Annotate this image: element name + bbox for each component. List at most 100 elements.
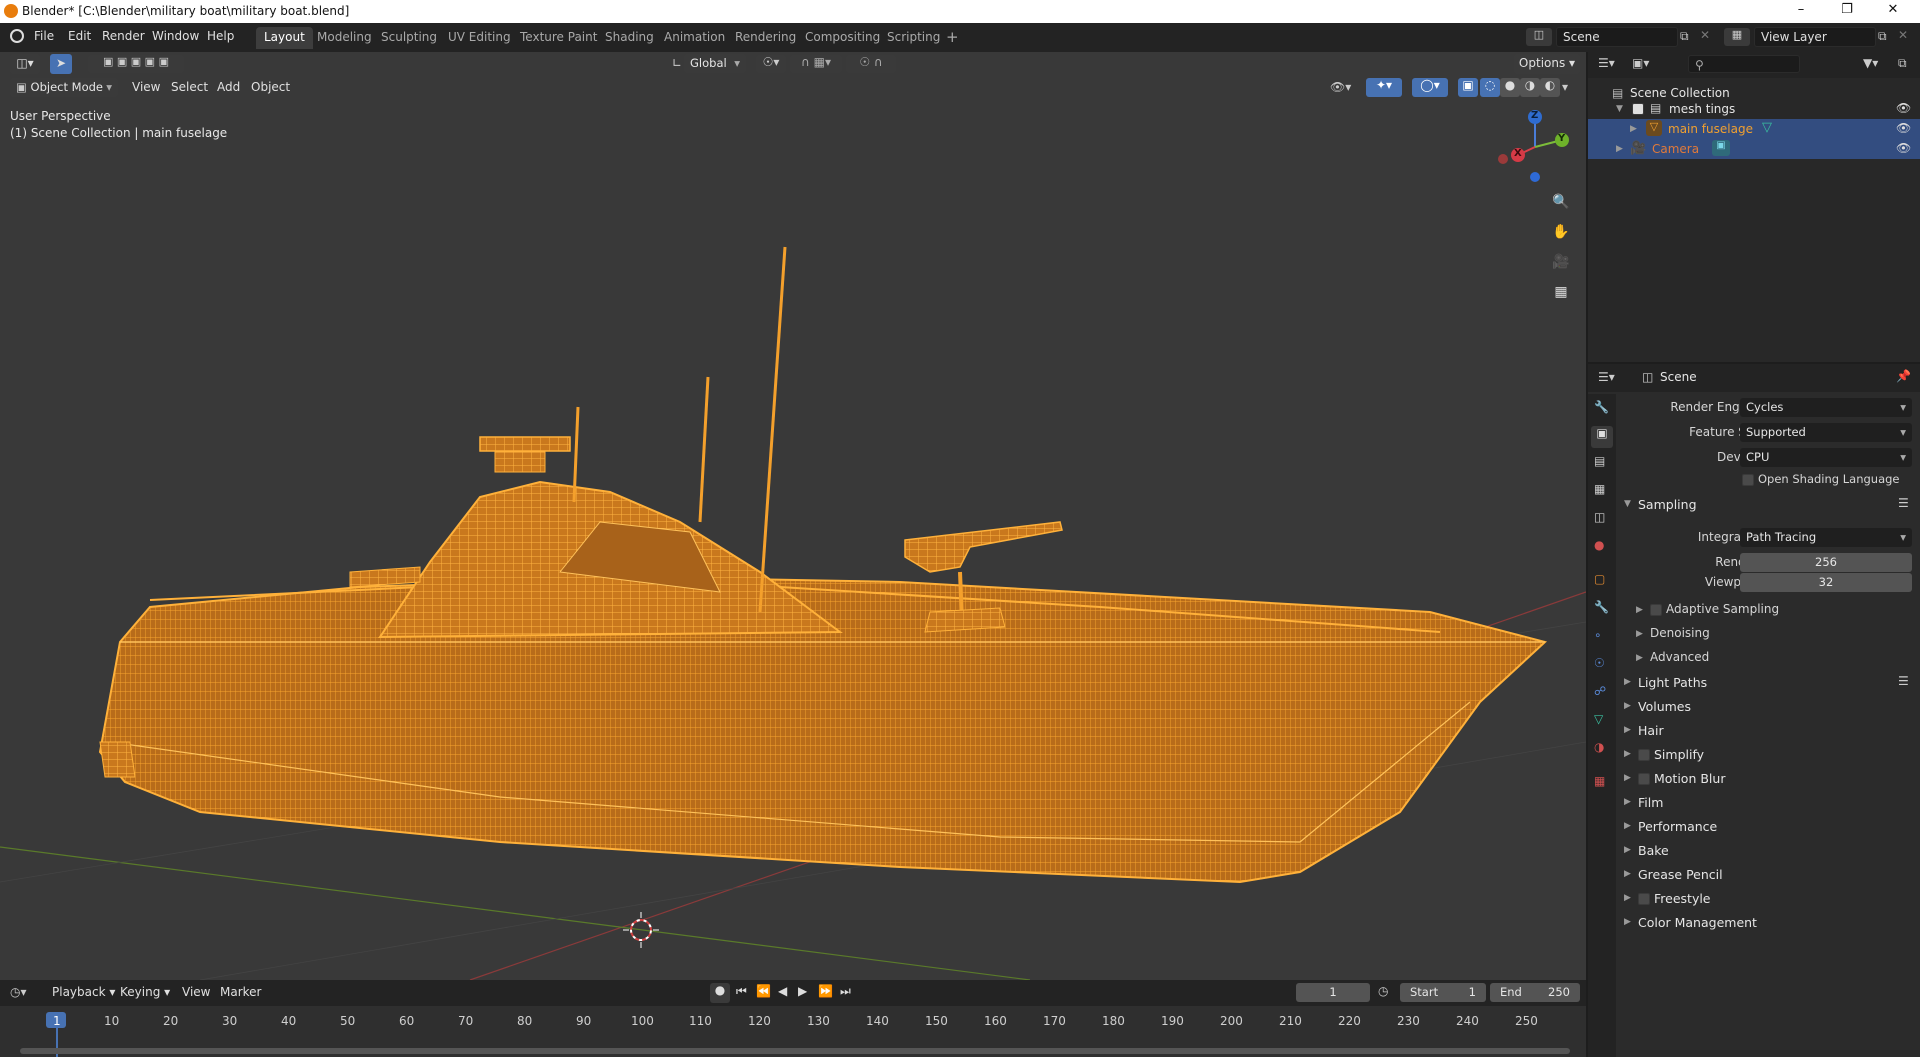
sampling-panel-header[interactable]: ▼ Sampling ☰ <box>1618 494 1918 516</box>
panel-bake[interactable]: ▶ Bake <box>1618 840 1918 862</box>
output-tab-icon[interactable]: ▤ <box>1594 454 1605 468</box>
constraints-tab-icon[interactable]: ☍ <box>1594 684 1606 698</box>
physics-tab-icon[interactable]: ☉ <box>1594 656 1605 670</box>
scene-collection-icon: ▤ <box>1612 86 1624 100</box>
new-scene-icon[interactable]: ⧉ <box>1680 29 1689 44</box>
pin-icon[interactable]: 📌 <box>1896 369 1911 383</box>
perspective-toggle-icon[interactable]: ▦ <box>1550 284 1572 306</box>
pan-hand-icon[interactable]: ✋ <box>1550 224 1572 246</box>
simplify-checkbox[interactable] <box>1638 749 1650 761</box>
material-tab-icon[interactable]: ◑ <box>1594 740 1604 754</box>
menu-window[interactable]: Window <box>152 29 199 43</box>
expand-caret-icon[interactable]: ▶ <box>1630 124 1637 134</box>
subpanel-denoising[interactable]: ▶ Denoising <box>1632 624 1912 644</box>
tab-rendering[interactable]: Rendering <box>727 27 804 49</box>
remove-view-layer-icon[interactable]: ✕ <box>1898 28 1908 42</box>
view-layer-tab-icon[interactable]: ▦ <box>1594 482 1605 496</box>
feature-set-dropdown[interactable]: Supported ▾ <box>1740 423 1912 442</box>
menu-render[interactable]: Render <box>102 29 145 43</box>
restore-icon[interactable]: ❐ <box>1838 2 1856 20</box>
panel-color-management[interactable]: ▶ Color Management <box>1618 912 1918 934</box>
scene-name-field[interactable]: Scene <box>1556 27 1678 47</box>
scene-tab-icon[interactable]: ◫ <box>1594 510 1605 524</box>
menu-edit[interactable]: Edit <box>68 29 91 43</box>
data-tab-icon[interactable]: ▽ <box>1594 712 1603 726</box>
tab-sculpting[interactable]: Sculpting <box>373 27 445 49</box>
tick-label: 80 <box>517 1014 533 1028</box>
outliner-search-input[interactable]: ⚲ <box>1688 55 1800 73</box>
panel-film[interactable]: ▶ Film <box>1618 792 1918 814</box>
tab-compositing[interactable]: Compositing <box>797 27 888 49</box>
scene-collection-label[interactable]: Scene Collection <box>1630 86 1730 100</box>
adaptive-sampling-checkbox[interactable] <box>1650 604 1662 616</box>
menu-help[interactable]: Help <box>207 29 234 43</box>
tab-animation[interactable]: Animation <box>656 27 733 49</box>
outliner-row[interactable]: ▼ ▤ mesh tings 👁 <box>1588 99 1920 119</box>
subpanel-advanced[interactable]: ▶ Advanced <box>1632 648 1912 668</box>
outliner-editor-type-icon[interactable]: ☰▾ <box>1598 56 1615 70</box>
tick-label: 220 <box>1338 1014 1361 1028</box>
properties-editor-type-icon[interactable]: ☰▾ <box>1598 370 1615 384</box>
panel-light-paths[interactable]: ▶ Light Paths ☰ <box>1618 672 1918 694</box>
panel-performance[interactable]: ▶ Performance <box>1618 816 1918 838</box>
osl-checkbox[interactable] <box>1742 474 1754 486</box>
panel-grease-pencil[interactable]: ▶ Grease Pencil <box>1618 864 1918 886</box>
panel-freestyle[interactable]: ▶ Freestyle <box>1618 888 1918 910</box>
outliner-row[interactable]: ▶ 🎥 Camera ▣ 👁 <box>1588 139 1920 159</box>
add-workspace-icon[interactable]: + <box>946 28 959 46</box>
zoom-icon[interactable]: 🔍 <box>1550 194 1572 216</box>
menu-file[interactable]: File <box>34 29 54 43</box>
display-mode-icon[interactable]: ▣▾ <box>1632 56 1649 70</box>
tab-scripting[interactable]: Scripting <box>879 27 948 49</box>
tool-tab-icon[interactable]: 🔧 <box>1594 400 1609 414</box>
viewport-scene[interactable] <box>0 52 1586 980</box>
tab-shading[interactable]: Shading <box>597 27 662 49</box>
render-tab-icon[interactable]: ▣ <box>1591 426 1613 448</box>
panel-volumes[interactable]: ▶ Volumes <box>1618 696 1918 718</box>
scene-selector-icon[interactable]: ◫ <box>1526 28 1552 46</box>
visibility-eye-icon[interactable]: 👁 <box>1896 101 1911 115</box>
render-engine-dropdown[interactable]: Cycles ▾ <box>1740 398 1912 417</box>
panel-motion-blur[interactable]: ▶ Motion Blur <box>1618 768 1918 790</box>
presets-list-icon[interactable]: ☰ <box>1898 496 1909 510</box>
viewport-samples-field[interactable]: 32 <box>1740 573 1912 592</box>
freestyle-checkbox[interactable] <box>1638 893 1650 905</box>
new-collection-icon[interactable]: ⧉ <box>1898 56 1907 71</box>
expand-caret-icon[interactable]: ▼ <box>1616 104 1623 114</box>
filter-icon[interactable]: ▼▾ <box>1863 56 1878 70</box>
device-dropdown[interactable]: CPU ▾ <box>1740 448 1912 467</box>
texture-tab-icon[interactable]: ▦ <box>1594 774 1605 788</box>
blender-menu-icon[interactable] <box>10 29 24 43</box>
boat-wireframe[interactable] <box>98 246 1548 884</box>
expand-caret-icon[interactable]: ▶ <box>1616 144 1623 154</box>
close-icon[interactable]: ✕ <box>1884 2 1902 20</box>
collection-checkbox[interactable] <box>1632 103 1644 115</box>
tab-modeling[interactable]: Modeling <box>309 27 380 49</box>
integrator-dropdown[interactable]: Path Tracing ▾ <box>1740 528 1912 547</box>
navigation-gizmo[interactable]: Z Y X <box>1495 107 1575 187</box>
panel-simplify[interactable]: ▶ Simplify <box>1618 744 1918 766</box>
presets-list-icon[interactable]: ☰ <box>1898 674 1909 688</box>
new-view-layer-icon[interactable]: ⧉ <box>1878 29 1887 44</box>
modifier-tab-icon[interactable]: 🔧 <box>1594 600 1609 614</box>
subpanel-adaptive-sampling[interactable]: ▶ Adaptive Sampling <box>1632 600 1912 620</box>
view-layer-selector-icon[interactable]: ▦ <box>1724 28 1750 46</box>
tab-texture-paint[interactable]: Texture Paint <box>512 27 605 49</box>
visibility-eye-icon[interactable]: 👁 <box>1896 121 1911 135</box>
minimize-icon[interactable]: – <box>1792 2 1810 20</box>
camera-view-icon[interactable]: 🎥 <box>1550 254 1572 276</box>
3d-viewport[interactable]: ◫▾ ➤ ▣ ▣ ▣ ▣ ▣ ∟ Global ▾ ☉▾ ∩ ▦▾ ☉ ∩ Op… <box>0 52 1586 980</box>
tick-label: 180 <box>1102 1014 1125 1028</box>
object-tab-icon[interactable]: ▢ <box>1594 572 1605 586</box>
world-tab-icon[interactable]: ● <box>1594 538 1604 552</box>
tab-layout[interactable]: Layout <box>256 27 313 49</box>
render-samples-field[interactable]: 256 <box>1740 553 1912 572</box>
outliner-row[interactable]: ▶ ▽ main fuselage ▽ 👁 <box>1588 119 1920 139</box>
visibility-eye-icon[interactable]: 👁 <box>1896 141 1911 155</box>
remove-scene-icon[interactable]: ✕ <box>1700 28 1710 42</box>
view-layer-field[interactable]: View Layer <box>1754 27 1876 47</box>
tab-uv-editing[interactable]: UV Editing <box>440 27 519 49</box>
motion-blur-checkbox[interactable] <box>1638 773 1650 785</box>
panel-hair[interactable]: ▶ Hair <box>1618 720 1918 742</box>
particles-tab-icon[interactable]: ∘ <box>1594 628 1602 642</box>
